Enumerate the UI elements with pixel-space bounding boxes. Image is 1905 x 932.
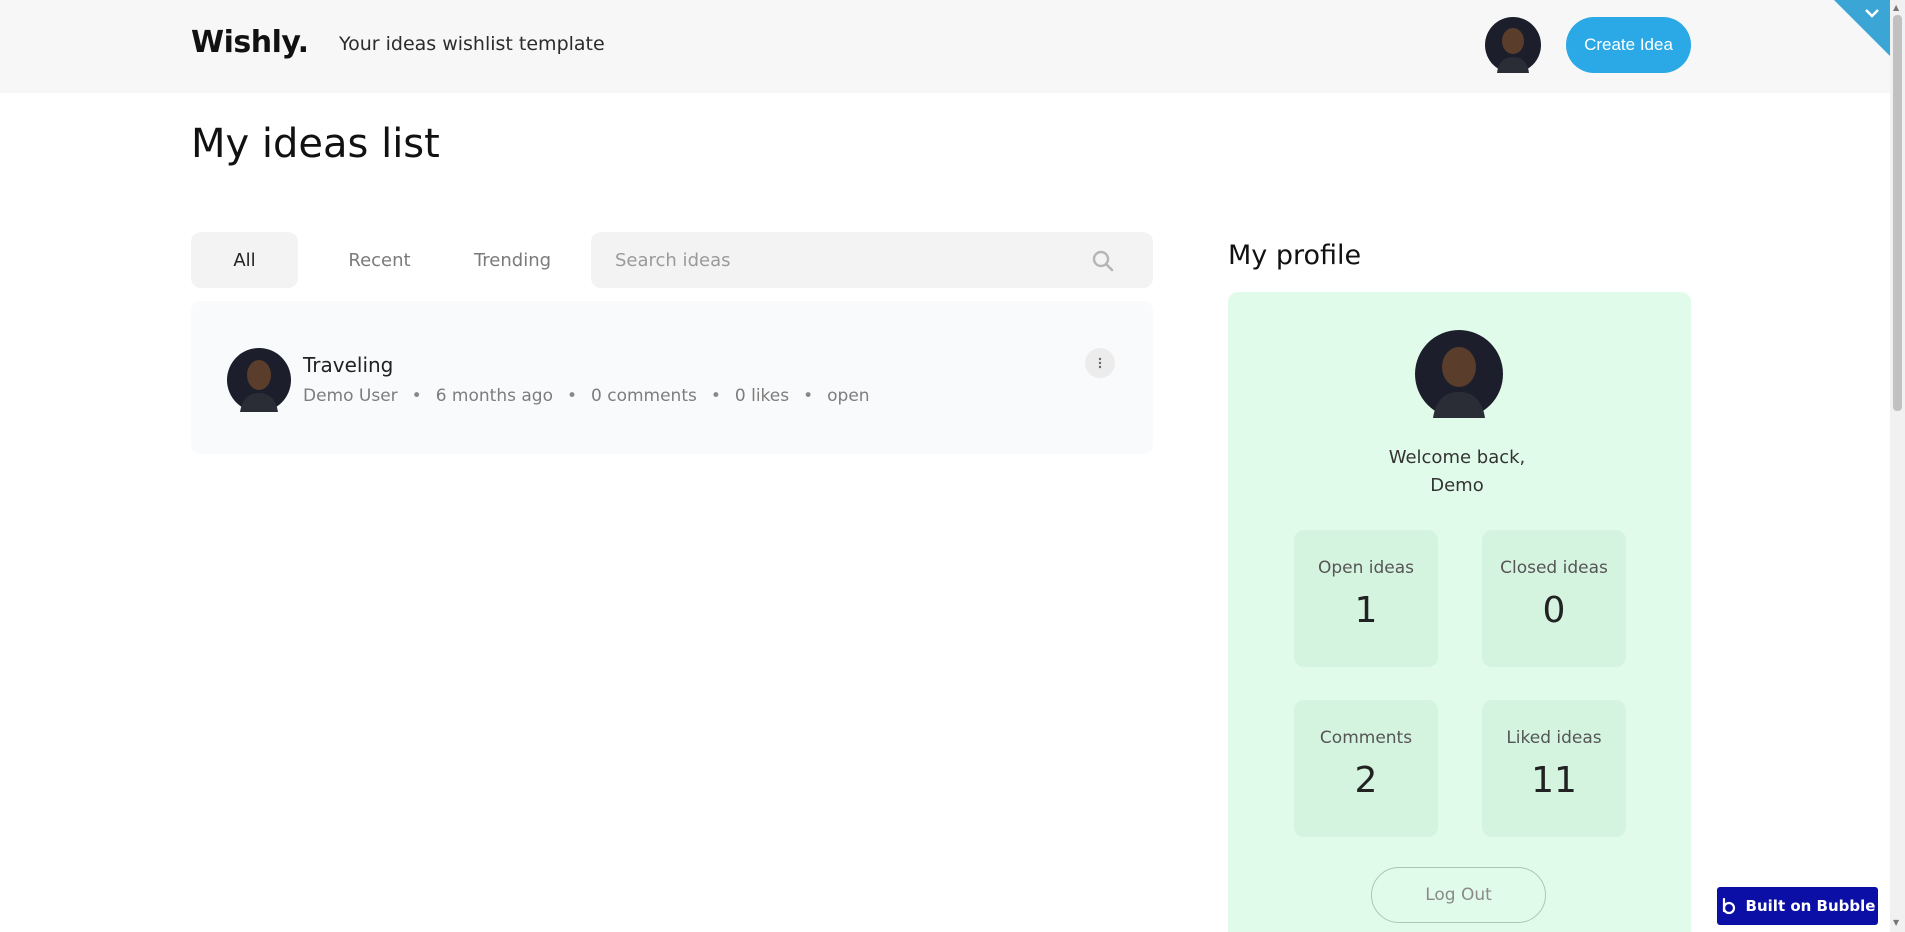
collapse-corner[interactable] bbox=[1834, 0, 1890, 56]
separator-dot: • bbox=[411, 386, 422, 406]
scroll-up-icon[interactable]: ▲ bbox=[1893, 3, 1899, 12]
profile-avatar bbox=[1415, 330, 1503, 418]
welcome-line: Welcome back, bbox=[1388, 447, 1526, 468]
tagline: Your ideas wishlist template bbox=[339, 33, 605, 55]
logout-button[interactable]: Log Out bbox=[1371, 867, 1546, 923]
tab-all[interactable]: All bbox=[191, 232, 298, 288]
idea-time: 6 months ago bbox=[435, 386, 553, 406]
search-icon[interactable] bbox=[1091, 249, 1115, 273]
idea-title[interactable]: Traveling bbox=[303, 353, 393, 377]
more-options-button[interactable] bbox=[1085, 348, 1115, 378]
stat-label: Liked ideas bbox=[1506, 728, 1602, 748]
stat-value: 1 bbox=[1354, 590, 1378, 631]
idea-status: open bbox=[827, 386, 870, 406]
page-title: My ideas list bbox=[191, 121, 440, 167]
stat-label: Open ideas bbox=[1317, 558, 1415, 578]
top-header: Wishly. Your ideas wishlist template Cre… bbox=[0, 0, 1890, 93]
scroll-down-icon[interactable]: ▼ bbox=[1893, 918, 1899, 927]
stat-label: Comments bbox=[1319, 728, 1413, 748]
create-idea-button[interactable]: Create Idea bbox=[1566, 17, 1691, 73]
bubble-logo-icon bbox=[1722, 897, 1735, 915]
logo[interactable]: Wishly. bbox=[191, 25, 309, 60]
stat-label: Closed ideas bbox=[1500, 558, 1608, 578]
idea-author-avatar bbox=[227, 348, 291, 412]
idea-likes: 0 likes bbox=[734, 386, 790, 406]
built-on-bubble-badge[interactable]: Built on Bubble bbox=[1717, 887, 1878, 925]
separator-dot: • bbox=[710, 386, 721, 406]
more-vertical-icon bbox=[1098, 357, 1102, 369]
badge-label: Built on Bubble bbox=[1745, 897, 1876, 915]
profile-card: Welcome back, Demo Open ideas 1 Closed i… bbox=[1228, 292, 1691, 932]
stat-closed-ideas: Closed ideas 0 bbox=[1482, 530, 1626, 667]
welcome-username: Demo bbox=[1430, 475, 1484, 496]
welcome-message: Welcome back, Demo bbox=[1228, 444, 1686, 500]
stat-open-ideas: Open ideas 1 bbox=[1294, 530, 1438, 667]
idea-card[interactable]: Traveling Demo User • 6 months ago • 0 c… bbox=[191, 301, 1153, 454]
vertical-scrollbar[interactable]: ▲ ▼ bbox=[1890, 0, 1905, 932]
stat-comments: Comments 2 bbox=[1294, 700, 1438, 837]
stat-value: 0 bbox=[1542, 590, 1566, 631]
tab-recent[interactable]: Recent bbox=[326, 232, 433, 288]
idea-author: Demo User bbox=[303, 386, 398, 406]
search-box bbox=[591, 232, 1153, 288]
tab-trending[interactable]: Trending bbox=[459, 232, 566, 288]
scroll-thumb[interactable] bbox=[1893, 15, 1902, 411]
separator-dot: • bbox=[566, 386, 577, 406]
profile-title: My profile bbox=[1228, 240, 1362, 271]
idea-meta: Demo User • 6 months ago • 0 comments • … bbox=[303, 386, 870, 406]
stat-liked-ideas: Liked ideas 11 bbox=[1482, 700, 1626, 837]
user-avatar[interactable] bbox=[1485, 17, 1541, 73]
stat-value: 11 bbox=[1531, 760, 1577, 801]
separator-dot: • bbox=[803, 386, 814, 406]
search-input[interactable] bbox=[615, 232, 1095, 288]
stat-value: 2 bbox=[1354, 760, 1378, 801]
idea-comments: 0 comments bbox=[591, 386, 697, 406]
